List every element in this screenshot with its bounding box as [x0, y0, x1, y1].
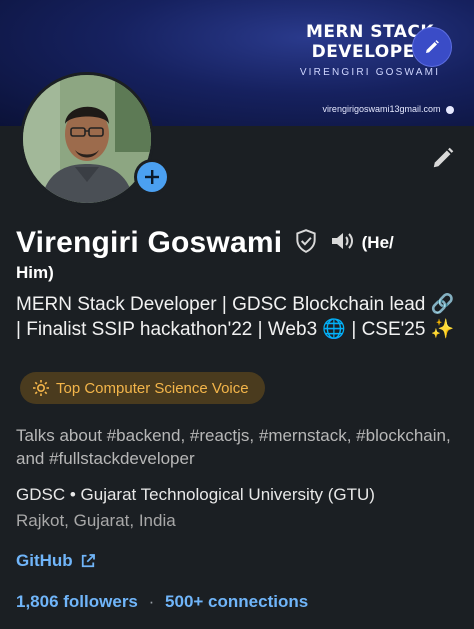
pencil-icon: [433, 147, 454, 168]
profile-photo: [23, 75, 151, 203]
plus-icon: [145, 170, 159, 184]
sparkle-icon: [33, 380, 49, 396]
add-photo-circle: [137, 162, 167, 192]
pronouns: (He/: [361, 233, 394, 252]
add-photo-button[interactable]: [134, 159, 170, 195]
edit-profile-button[interactable]: [426, 141, 460, 175]
banner-owner-name: VIRENGIRI GOSWAMI: [299, 67, 441, 78]
edit-banner-button[interactable]: [412, 27, 452, 67]
github-link-label: GitHub: [16, 551, 73, 570]
pencil-icon: [426, 40, 439, 53]
verified-shield-icon[interactable]: [293, 228, 319, 259]
avatar[interactable]: [20, 72, 154, 206]
location: Rajkot, Gujarat, India: [16, 511, 176, 530]
talks-about: Talks about #backend, #reactjs, #mernsta…: [16, 426, 451, 468]
github-link[interactable]: GitHub: [16, 551, 97, 571]
name-row: Virengiri Goswami (He/: [16, 226, 462, 260]
followers-link[interactable]: 1,806 followers: [16, 592, 138, 611]
external-link-icon: [81, 554, 95, 568]
education[interactable]: GDSC • Gujarat Technological University …: [16, 485, 462, 505]
profile-headline: MERN Stack Developer | GDSC Blockchain l…: [16, 294, 455, 340]
stats-separator: ·: [148, 592, 155, 611]
email-icon: [446, 105, 454, 114]
top-voice-badge[interactable]: Top Computer Science Voice: [20, 372, 265, 404]
pronouns-continued: Him): [16, 263, 54, 282]
badge-label: Top Computer Science Voice: [56, 379, 249, 397]
connections-link[interactable]: 500+ connections: [165, 592, 308, 611]
speaker-icon[interactable]: [329, 229, 357, 258]
banner-email: virengirigoswami13gmail.com: [268, 104, 454, 114]
banner-email-text: virengirigoswami13gmail.com: [322, 104, 441, 114]
network-stats: 1,806 followers · 500+ connections: [16, 592, 308, 612]
profile-photo-area: [20, 72, 174, 206]
profile-name: Virengiri Goswami: [16, 226, 283, 259]
